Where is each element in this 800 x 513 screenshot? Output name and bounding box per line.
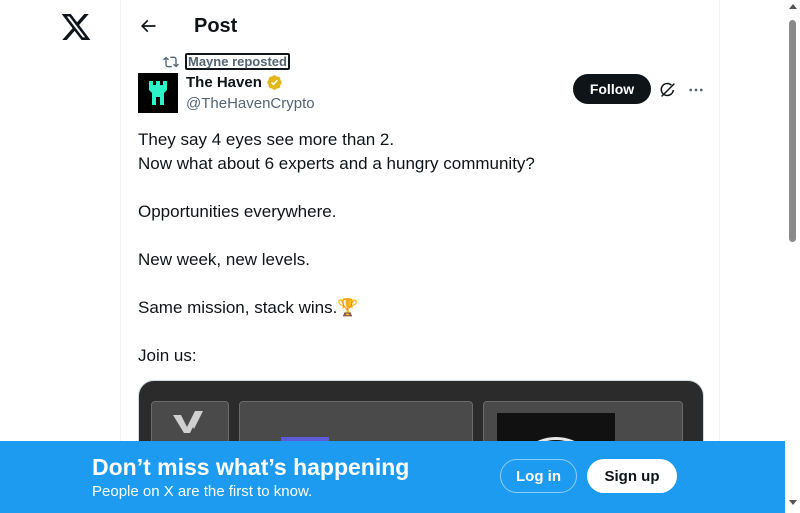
- post-line: New week, new levels.: [138, 250, 310, 269]
- post-line: Now what about 6 experts and a hungry co…: [138, 154, 535, 173]
- post-line: [138, 224, 703, 248]
- post-line: [138, 272, 703, 296]
- post-line: [138, 176, 703, 200]
- scroll-down-arrow-icon[interactable]: [789, 500, 797, 505]
- grok-button[interactable]: [656, 78, 680, 102]
- repost-indicator: Mayne reposted: [163, 53, 290, 70]
- post-line: Opportunities everywhere.: [138, 202, 337, 221]
- main-column: Post Mayne reposted The Haven @TheHavenC…: [120, 0, 720, 513]
- repost-label[interactable]: Mayne reposted: [185, 53, 290, 70]
- back-arrow-icon: [140, 19, 156, 33]
- scroll-up-arrow-icon[interactable]: [789, 4, 797, 9]
- page-title: Post: [194, 15, 238, 37]
- post-line: Same mission, stack wins.🏆: [138, 298, 359, 317]
- author-name-text: The Haven: [186, 74, 262, 91]
- follow-button[interactable]: Follow: [573, 74, 651, 104]
- post-line: [138, 320, 703, 344]
- post-line: They say 4 eyes see more than 2.: [138, 130, 395, 149]
- x-logo-icon[interactable]: [60, 11, 92, 43]
- banner-title: Don’t miss what’s happening: [92, 454, 410, 480]
- author-handle[interactable]: @TheHavenCrypto: [186, 95, 315, 112]
- signup-banner: Don’t miss what’s happening People on X …: [0, 441, 785, 513]
- grok-icon: [660, 82, 675, 97]
- login-button[interactable]: Log in: [500, 459, 577, 493]
- top-bar: Post: [121, 0, 719, 53]
- post-line: Join us:: [138, 346, 197, 365]
- author-name[interactable]: The Haven: [186, 74, 283, 91]
- scrollbar[interactable]: [785, 0, 800, 513]
- repost-icon: [163, 56, 179, 67]
- media-logo-icon: [173, 411, 203, 433]
- banner-subtitle: People on X are the first to know.: [92, 483, 313, 500]
- verified-badge-icon: [267, 75, 282, 90]
- more-options-button[interactable]: [684, 78, 708, 102]
- back-button[interactable]: [135, 13, 161, 39]
- post-text: They say 4 eyes see more than 2. Now wha…: [138, 128, 703, 368]
- signup-button[interactable]: Sign up: [587, 459, 677, 493]
- more-icon: [689, 88, 703, 92]
- avatar[interactable]: [138, 73, 178, 113]
- scroll-thumb[interactable]: [789, 20, 796, 242]
